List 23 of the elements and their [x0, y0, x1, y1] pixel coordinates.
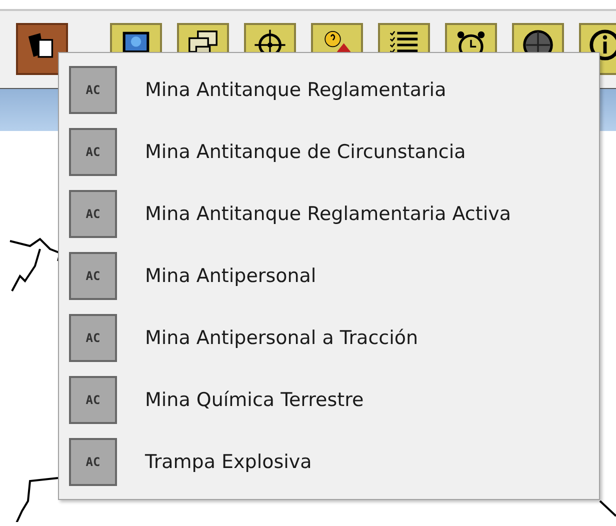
menu-item-label: Mina Antitanque de Circunstancia [145, 141, 466, 163]
menu-item-label: Mina Antitanque Reglamentaria [145, 79, 446, 101]
menu-item-label: Trampa Explosiva [145, 451, 312, 473]
mine-icon: AC [69, 252, 117, 300]
toolbar-button[interactable] [16, 23, 68, 76]
menu-item[interactable]: AC Mina Antitanque Reglamentaria [59, 59, 599, 121]
menu-item-label: Mina Antipersonal a Tracción [145, 327, 418, 349]
menu-item[interactable]: AC Mina Antipersonal [59, 245, 599, 307]
mine-icon: AC [69, 128, 117, 176]
info-icon [588, 28, 616, 62]
mine-icon: AC [69, 190, 117, 238]
mine-icon: AC [69, 66, 117, 114]
menu-item[interactable]: AC Mina Antitanque de Circunstancia [59, 121, 599, 183]
menu-item[interactable]: AC Mina Antipersonal a Tracción [59, 307, 599, 369]
mine-icon: AC [69, 314, 117, 362]
menu-item[interactable]: AC Trampa Explosiva [59, 431, 599, 493]
mine-icon: AC [69, 438, 117, 486]
menu-item-label: Mina Antipersonal [145, 265, 316, 287]
mine-icon: AC [69, 376, 117, 424]
menu-item[interactable]: AC Mina Antitanque Reglamentaria Activa [59, 183, 599, 245]
menu-item-label: Mina Antitanque Reglamentaria Activa [145, 203, 511, 225]
menu-item-label: Mina Química Terrestre [145, 389, 364, 411]
menu-item[interactable]: AC Mina Química Terrestre [59, 369, 599, 431]
